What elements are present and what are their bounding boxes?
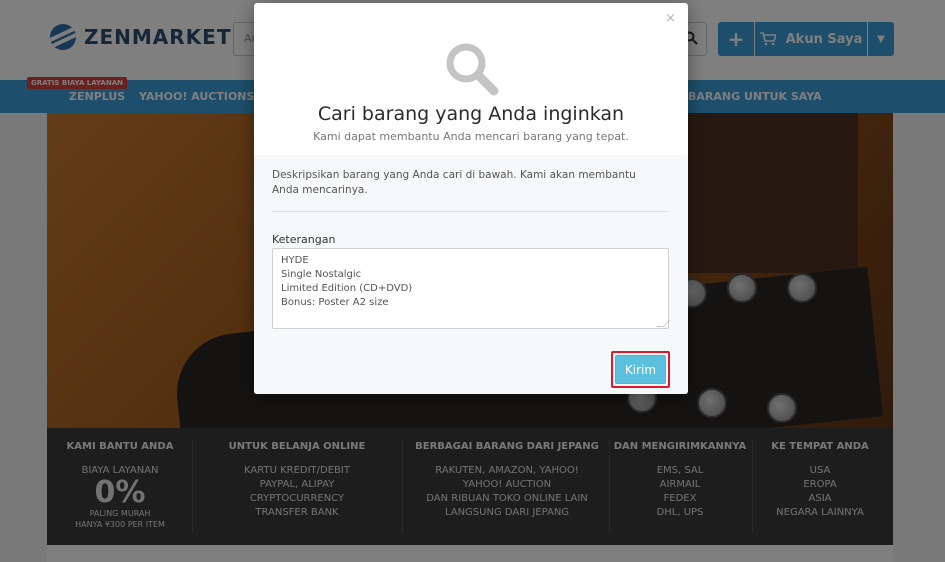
submit-button[interactable]: Kirim <box>615 355 666 384</box>
submit-highlight: Kirim <box>611 351 670 388</box>
modal-header: Cari barang yang Anda inginkan Kami dapa… <box>254 3 688 155</box>
modal-title: Cari barang yang Anda inginkan <box>317 103 625 125</box>
search-request-modal: × Cari barang yang Anda inginkan Kami da… <box>254 3 688 394</box>
modal-subtitle: Kami dapat membantu Anda mencari barang … <box>313 130 629 143</box>
description-field-label: Keterangan <box>272 233 336 246</box>
modal-description: Deskripsikan barang yang Anda cari di ba… <box>272 169 636 196</box>
divider <box>272 211 668 212</box>
description-textarea[interactable]: HYDE Single Nostalgic Limited Edition (C… <box>272 248 669 329</box>
magnifier-icon <box>446 43 499 96</box>
modal-body: Deskripsikan barang yang Anda cari di ba… <box>254 155 688 394</box>
